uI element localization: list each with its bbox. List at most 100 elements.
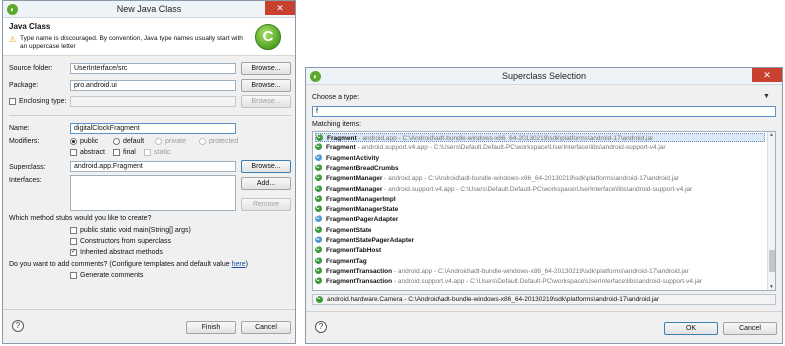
public-radio[interactable]: [70, 138, 77, 145]
help-icon[interactable]: ?: [315, 321, 327, 333]
main-method-checkbox[interactable]: [70, 227, 77, 234]
dialog-title: Superclass Selection: [501, 71, 587, 81]
source-folder-browse-button[interactable]: Browse...: [241, 62, 291, 75]
private-label: private: [165, 138, 187, 145]
new-class-wizard-icon: C: [255, 24, 281, 50]
abstract-label: abstract: [80, 149, 105, 156]
list-item[interactable]: FragmentActivity: [315, 153, 765, 163]
class-icon: [315, 143, 322, 151]
ok-button[interactable]: OK: [664, 322, 718, 335]
cancel-button[interactable]: Cancel: [241, 321, 291, 334]
remove-interface-button[interactable]: Remove: [241, 198, 291, 211]
class-icon: [315, 184, 322, 193]
finish-button[interactable]: Finish: [186, 321, 236, 334]
list-item[interactable]: FragmentTransaction - android.app - C:\A…: [315, 266, 765, 276]
default-radio[interactable]: [113, 138, 120, 145]
menu-dropdown-icon[interactable]: ▼: [763, 93, 770, 100]
separator-footer: [306, 311, 782, 312]
static-checkbox[interactable]: [144, 149, 151, 156]
new-java-class-dialog: ◐ New Java Class ✕ Java Class ⚠ Type nam…: [2, 0, 296, 344]
class-icon: [315, 256, 322, 265]
list-item[interactable]: FragmentManagerState: [315, 205, 765, 214]
list-item[interactable]: Fragment - android.support.v4.app - C:\U…: [315, 143, 765, 152]
class-location: - android.app - C:\Android\adt-bundle-wi…: [382, 175, 680, 183]
list-item[interactable]: FragmentManager - android.support.v4.app…: [315, 184, 765, 194]
static-label: static: [154, 149, 171, 156]
private-radio[interactable]: [155, 138, 162, 145]
class-location: - android.app - C:\Android\adt-bundle-wi…: [356, 135, 654, 142]
list-item[interactable]: FragmentStatePagerAdapter: [315, 236, 765, 245]
class-name-input[interactable]: digitalClockFragment: [70, 123, 236, 134]
class-icon: [315, 246, 322, 254]
class-name: FragmentManager: [326, 175, 383, 183]
class-name: FragmentManager: [326, 185, 383, 193]
constructors-label: Constructors from superclass: [80, 238, 172, 245]
enclosing-type-label: Enclosing type:: [19, 98, 67, 105]
list-item[interactable]: FragmentTransaction - android.support.v4…: [315, 277, 765, 286]
superclass-input[interactable]: android.app.Fragment: [70, 161, 236, 172]
abstract-checkbox[interactable]: [70, 149, 77, 156]
class-icon: [315, 163, 322, 172]
list-item[interactable]: FragmentTabHost: [315, 246, 765, 255]
class-icon: [315, 205, 322, 213]
class-name: FragmentStatePagerAdapter: [326, 237, 415, 244]
constructors-checkbox[interactable]: [70, 238, 77, 245]
class-name: FragmentState: [326, 226, 372, 234]
header-panel: Java Class ⚠ Type name is discouraged. B…: [3, 18, 295, 56]
inherited-methods-checkbox[interactable]: ✓: [70, 249, 77, 256]
package-input[interactable]: pro.android.ui: [70, 80, 236, 91]
configure-templates-link[interactable]: here: [232, 261, 246, 268]
scroll-down-arrow-icon[interactable]: ▼: [769, 284, 774, 290]
scroll-up-arrow-icon[interactable]: ▲: [769, 132, 774, 138]
class-icon: [315, 225, 322, 234]
close-button[interactable]: ✕: [265, 1, 295, 15]
list-item[interactable]: FragmentManagerImpl: [315, 194, 765, 204]
help-icon[interactable]: ?: [12, 320, 24, 332]
protected-radio[interactable]: [199, 138, 206, 145]
close-button[interactable]: ✕: [752, 68, 782, 82]
inherited-methods-label: Inherited abstract methods: [80, 249, 163, 256]
final-checkbox[interactable]: [113, 149, 120, 156]
section-title: Java Class: [9, 22, 51, 31]
list-item[interactable]: FragmentState: [315, 225, 765, 235]
list-item[interactable]: Fragment - android.app - C:\Android\adt-…: [315, 133, 765, 142]
list-item[interactable]: FragmentTag: [315, 256, 765, 266]
package-browse-button[interactable]: Browse...: [241, 79, 291, 92]
enclosing-type-checkbox[interactable]: [9, 98, 16, 105]
interfaces-list[interactable]: [70, 175, 236, 211]
class-name: FragmentPagerAdapter: [326, 216, 399, 224]
add-interface-button[interactable]: Add...: [241, 177, 291, 190]
comments-question-text: Do you want to add comments? (Configure …: [9, 261, 232, 268]
list-item[interactable]: FragmentBreadCrumbs: [315, 163, 765, 173]
comments-question-tail: ): [245, 261, 248, 268]
separator-footer: [3, 309, 295, 310]
superclass-browse-button[interactable]: Browse...: [241, 160, 291, 173]
type-filter-input[interactable]: f: [312, 106, 776, 117]
source-folder-input[interactable]: UserInterface/src: [70, 63, 236, 74]
list-scrollbar[interactable]: ▲ ▼: [767, 132, 775, 290]
class-icon: [315, 215, 322, 223]
class-name: FragmentTabHost: [326, 247, 382, 255]
list-item[interactable]: FragmentManager - android.app - C:\Andro…: [315, 174, 765, 183]
main-method-label: public static void main(String[] args): [80, 227, 191, 234]
matching-items-list[interactable]: ▲ ▼ Fragment - android.app - C:\Android\…: [312, 131, 776, 291]
enclosing-type-input[interactable]: [70, 96, 236, 107]
comments-question: Do you want to add comments? (Configure …: [9, 261, 248, 268]
class-location: - android.support.v4.app - C:\Users\Defa…: [392, 278, 703, 286]
title-bar: ◐ New Java Class ✕: [3, 1, 295, 18]
enclosing-type-browse-button[interactable]: Browse...: [241, 95, 291, 108]
scroll-thumb[interactable]: [769, 250, 775, 272]
class-name: Fragment: [327, 135, 357, 142]
class-name: FragmentTag: [326, 257, 367, 265]
generate-comments-checkbox[interactable]: [70, 272, 77, 279]
class-name: FragmentManagerState: [326, 206, 399, 214]
public-label: public: [80, 138, 99, 145]
cancel-button[interactable]: Cancel: [723, 322, 777, 335]
generate-comments-label: Generate comments: [80, 272, 144, 279]
status-text: android.hardware.Camera - C:\Android\adt…: [327, 296, 660, 303]
class-location: - android.app - C:\Android\adt-bundle-wi…: [392, 267, 689, 275]
choose-type-label: Choose a type:: [312, 94, 360, 101]
class-icon: [315, 266, 322, 275]
warning-message: Type name is discouraged. By convention,…: [20, 35, 243, 50]
list-item[interactable]: FragmentPagerAdapter: [315, 215, 765, 224]
